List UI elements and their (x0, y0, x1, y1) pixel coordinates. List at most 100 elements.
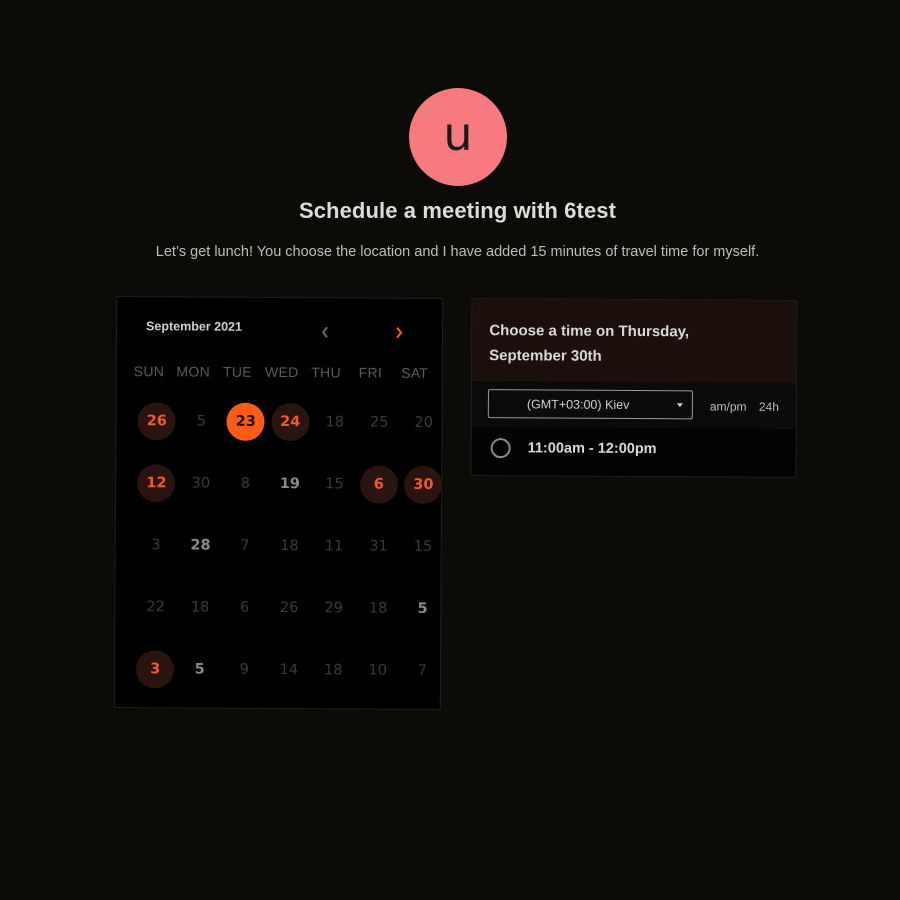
day-cell: 8 (223, 463, 268, 525)
day-number: 5 (194, 661, 205, 678)
day-number: 19 (279, 476, 301, 493)
day-cell: 18 (312, 401, 357, 463)
day-cell: 25 (357, 401, 402, 463)
day-cell: 15 (400, 526, 445, 588)
next-month-button[interactable] (389, 323, 409, 343)
day-number: 9 (239, 661, 249, 678)
day-cell: 18 (267, 525, 312, 587)
day-number: 15 (325, 476, 344, 493)
ampm-format-toggle[interactable]: am/pm (710, 399, 747, 413)
day-cell: 5 (177, 648, 222, 710)
day-number: 8 (240, 475, 251, 492)
host-avatar: u (409, 88, 507, 186)
day-cell: 12 (134, 462, 179, 524)
day-cell: 10 (355, 649, 400, 711)
date-picker-calendar: September 2021 SUN MON TUE WED THU FRI S… (113, 296, 445, 712)
available-day[interactable]: 30 (404, 465, 443, 505)
day-cell: 18 (356, 587, 401, 649)
day-cell: 19 (267, 463, 312, 525)
day-cell: 9 (222, 649, 267, 711)
day-cell: 20 (401, 402, 446, 464)
page-subtitle: Let’s get lunch! You choose the location… (155, 244, 760, 260)
day-number: 30 (191, 475, 211, 492)
scheduling-page: u Schedule a meeting with 6test Let’s ge… (0, 0, 900, 900)
day-cell: 22 (133, 586, 178, 648)
timezone-value: (GMT+03:00) Kiev (526, 396, 630, 412)
day-number: 18 (325, 414, 345, 431)
available-day[interactable]: 6 (359, 465, 398, 504)
day-cell: 3 (133, 524, 178, 586)
available-day[interactable]: 12 (137, 464, 176, 503)
day-cell: 5 (400, 588, 445, 650)
month-label: September 2021 (146, 319, 243, 334)
weekday-header: SUN MON TUE WED THU FRI SAT (127, 363, 437, 381)
day-cell: 26 (134, 400, 179, 462)
weekday-label: WED (264, 363, 299, 381)
day-number: 20 (414, 414, 434, 431)
weekday-label: FRI (358, 364, 383, 381)
available-day[interactable]: 24 (271, 402, 310, 442)
day-cell: 6 (222, 587, 267, 649)
day-cell: 26 (267, 587, 312, 649)
time-slot-label: 11:00am - 12:00pm (527, 440, 657, 458)
day-cell: 28 (178, 524, 223, 586)
day-number: 5 (196, 413, 206, 430)
timezone-select[interactable]: (GMT+03:00) Kiev (487, 389, 693, 420)
chevron-right-icon (396, 327, 403, 339)
available-day[interactable]: 3 (136, 650, 175, 689)
weekday-label: THU (311, 364, 341, 381)
day-cell: 3 (133, 648, 178, 710)
day-number: 25 (369, 414, 389, 431)
day-number: 28 (190, 537, 211, 554)
avatar-letter: u (443, 107, 473, 161)
day-number: 22 (146, 599, 165, 616)
day-cell: 30 (401, 464, 446, 526)
day-number: 7 (240, 537, 250, 554)
day-number: 10 (368, 662, 387, 679)
day-number: 26 (279, 600, 299, 617)
selected-day[interactable]: 23 (226, 402, 265, 441)
day-cell: 5 (179, 400, 224, 462)
page-title: Schedule a meeting with 6test (298, 198, 617, 223)
day-number: 6 (239, 599, 250, 616)
day-number: 11 (324, 538, 344, 555)
day-cell: 11 (311, 525, 356, 587)
day-number: 18 (280, 538, 299, 555)
day-cell: 14 (266, 649, 311, 711)
day-cell: 24 (268, 401, 313, 463)
day-number: 18 (190, 599, 210, 616)
chevron-left-icon (321, 326, 328, 338)
day-number: 5 (417, 600, 428, 617)
prev-month-button[interactable] (315, 322, 335, 342)
24h-format-toggle[interactable]: 24h (759, 400, 779, 414)
day-number: 15 (413, 538, 433, 555)
day-number: 31 (369, 538, 388, 555)
day-cell: 18 (178, 586, 223, 648)
day-cell: 15 (312, 463, 357, 525)
weekday-label: SUN (133, 363, 165, 380)
day-grid: 26 5 23 24 18 25 20 12 30 8 19 15 6 30 3 28 7 18 11 31 15 22 1… (133, 400, 445, 712)
day-number: 18 (368, 600, 388, 617)
time-slot-option[interactable]: 11:00am - 12:00pm (471, 427, 795, 475)
day-number: 29 (324, 600, 343, 617)
day-cell: 31 (356, 525, 401, 587)
day-cell: 23 (223, 401, 268, 463)
weekday-label: SAT (401, 364, 429, 381)
day-cell: 30 (178, 462, 223, 524)
time-panel-header: Choose a time on Thursday, September 30t… (472, 299, 797, 383)
day-cell: 18 (311, 649, 356, 711)
day-cell: 7 (400, 650, 445, 712)
caret-down-icon (676, 403, 683, 408)
time-slot-panel: Choose a time on Thursday, September 30t… (470, 298, 798, 478)
available-day[interactable]: 26 (137, 402, 176, 441)
day-cell: 29 (311, 587, 356, 649)
day-number: 14 (279, 662, 298, 679)
day-number: 3 (151, 537, 161, 554)
day-cell: 6 (356, 463, 401, 525)
day-cell: 7 (222, 525, 267, 587)
radio-icon[interactable] (490, 438, 511, 459)
timezone-row: (GMT+03:00) Kiev am/pm 24h (471, 381, 797, 429)
weekday-label: TUE (223, 363, 253, 380)
weekday-label: MON (176, 363, 211, 380)
time-panel-heading: Choose a time on Thursday, September 30t… (489, 322, 690, 365)
